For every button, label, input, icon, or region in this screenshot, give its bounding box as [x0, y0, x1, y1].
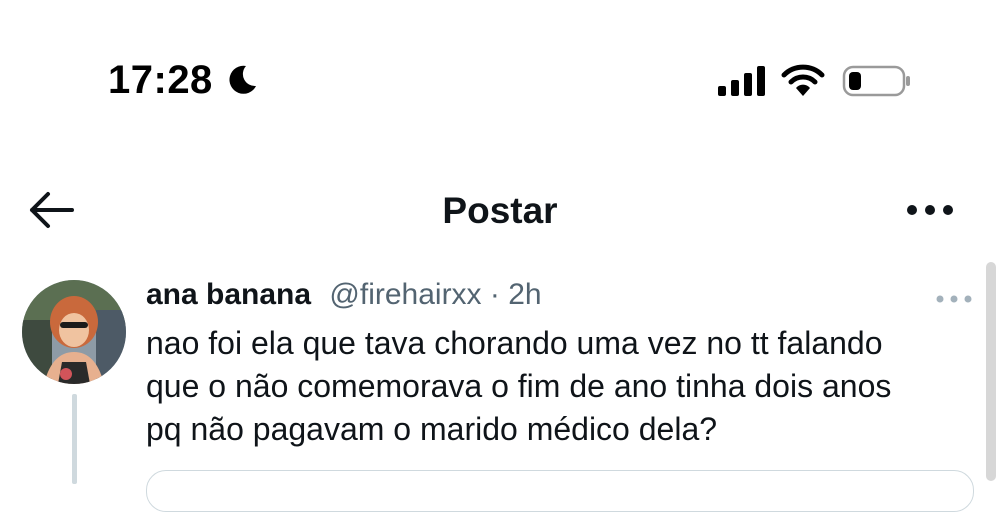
wifi-icon: [781, 64, 825, 96]
tweet[interactable]: ana banana @firehairxx · 2h nao foi ela …: [0, 270, 1000, 512]
cellular-signal-icon: [718, 66, 765, 96]
more-options-button[interactable]: [900, 196, 960, 224]
thread-line: [72, 394, 77, 484]
author-name[interactable]: ana banana: [146, 278, 311, 311]
page-title: Postar: [442, 190, 558, 231]
timestamp[interactable]: 2h: [508, 278, 541, 311]
scrollbar[interactable]: [986, 262, 996, 481]
separator-dot: ·: [489, 278, 500, 311]
tweet-text: nao foi ela que tava chorando uma vez no…: [146, 325, 892, 447]
more-options-icon: [907, 205, 953, 215]
avatar-photo: [22, 280, 126, 384]
status-time: 17:28: [108, 58, 213, 102]
tweet-more-button[interactable]: [934, 292, 974, 304]
avatar[interactable]: [22, 280, 126, 384]
battery-icon: [842, 65, 910, 97]
nav-header: Postar: [0, 170, 1000, 250]
moon-icon: [229, 65, 256, 94]
quoted-post-card[interactable]: [146, 470, 974, 512]
more-options-icon: [936, 295, 972, 303]
tweet-header: ana banana @firehairxx · 2h: [146, 278, 542, 312]
author-handle[interactable]: @firehairxx: [329, 278, 481, 311]
status-bar: 17:28: [0, 0, 1000, 160]
